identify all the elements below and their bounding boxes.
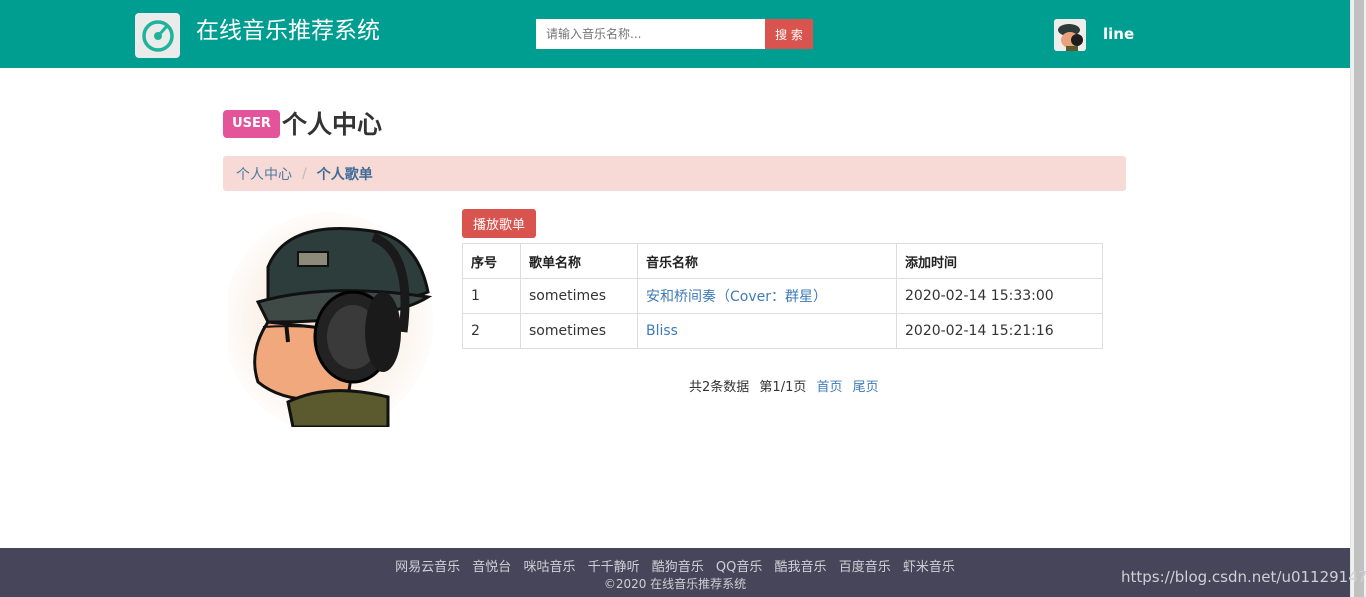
pagination-page: 第1/1页 — [759, 380, 807, 395]
site-title[interactable]: 在线音乐推荐系统 — [196, 16, 380, 46]
table-row: 2 sometimes Bliss 2020-02-14 15:21:16 — [462, 313, 1103, 349]
row-added-time: 2020-02-14 15:21:16 — [896, 313, 1103, 349]
song-link[interactable]: Bliss — [646, 323, 678, 339]
table-header-row: 序号 歌单名称 音乐名称 添加时间 — [462, 243, 1103, 279]
footer-link[interactable]: 音悦台 — [472, 560, 511, 575]
row-added-time: 2020-02-14 15:33:00 — [896, 278, 1103, 314]
table-row: 1 sometimes 安和桥间奏（Cover：群星） 2020-02-14 1… — [462, 278, 1103, 314]
avatar-icon — [1054, 19, 1086, 51]
footer-link[interactable]: 网易云音乐 — [395, 560, 460, 575]
footer-link[interactable]: 千千静听 — [588, 560, 640, 575]
play-playlist-button[interactable]: 播放歌单 — [462, 209, 536, 238]
song-link[interactable]: 安和桥间奏（Cover：群星） — [646, 289, 827, 305]
user-avatar[interactable] — [1054, 19, 1086, 51]
search-input[interactable] — [536, 19, 765, 49]
pagination: 共2条数据 第1/1页 首页 尾页 — [689, 376, 879, 395]
pagination-total: 共2条数据 — [689, 380, 750, 395]
search-button[interactable]: 搜 索 — [765, 19, 813, 49]
user-name[interactable]: line — [1103, 24, 1134, 44]
footer-link[interactable]: 虾米音乐 — [903, 560, 955, 575]
column-header-song-name: 音乐名称 — [637, 243, 897, 279]
user-badge: USER — [223, 110, 280, 138]
row-playlist-name: sometimes — [520, 313, 638, 349]
profile-avatar-icon — [223, 212, 436, 432]
row-song-name-cell: Bliss — [637, 313, 897, 349]
top-navbar: 在线音乐推荐系统 搜 索 line — [0, 0, 1350, 68]
column-header-index: 序号 — [462, 243, 521, 279]
row-song-name-cell: 安和桥间奏（Cover：群星） — [637, 278, 897, 314]
footer-link[interactable]: 咪咕音乐 — [523, 560, 575, 575]
pagination-first-link[interactable]: 首页 — [817, 380, 843, 395]
footer-link[interactable]: QQ音乐 — [716, 560, 762, 575]
breadcrumb-personal-center[interactable]: 个人中心 — [236, 164, 292, 184]
footer-link[interactable]: 百度音乐 — [839, 560, 891, 575]
breadcrumb: 个人中心 / 个人歌单 — [223, 156, 1126, 191]
watermark: https://blog.csdn.net/u011291472 — [1121, 568, 1366, 586]
breadcrumb-personal-playlist: 个人歌单 — [316, 166, 373, 183]
pagination-last-link[interactable]: 尾页 — [853, 380, 879, 395]
playlist-table: 序号 歌单名称 音乐名称 添加时间 1 sometimes 安和桥间奏（Cove… — [462, 243, 1103, 349]
page-title: 个人中心 — [282, 110, 383, 139]
column-header-playlist-name: 歌单名称 — [520, 243, 638, 279]
site-logo[interactable] — [135, 13, 180, 58]
row-index: 2 — [462, 313, 521, 349]
breadcrumb-separator: / — [302, 165, 307, 182]
row-index: 1 — [462, 278, 521, 314]
row-playlist-name: sometimes — [520, 278, 638, 314]
profile-picture — [223, 212, 436, 432]
scrollbar-thumb[interactable] — [1354, 0, 1364, 597]
footer-link[interactable]: 酷狗音乐 — [652, 560, 704, 575]
footer-link[interactable]: 酷我音乐 — [775, 560, 827, 575]
music-disc-icon — [141, 19, 174, 52]
page-scrollbar[interactable] — [1350, 0, 1366, 597]
column-header-added-time: 添加时间 — [896, 243, 1103, 279]
